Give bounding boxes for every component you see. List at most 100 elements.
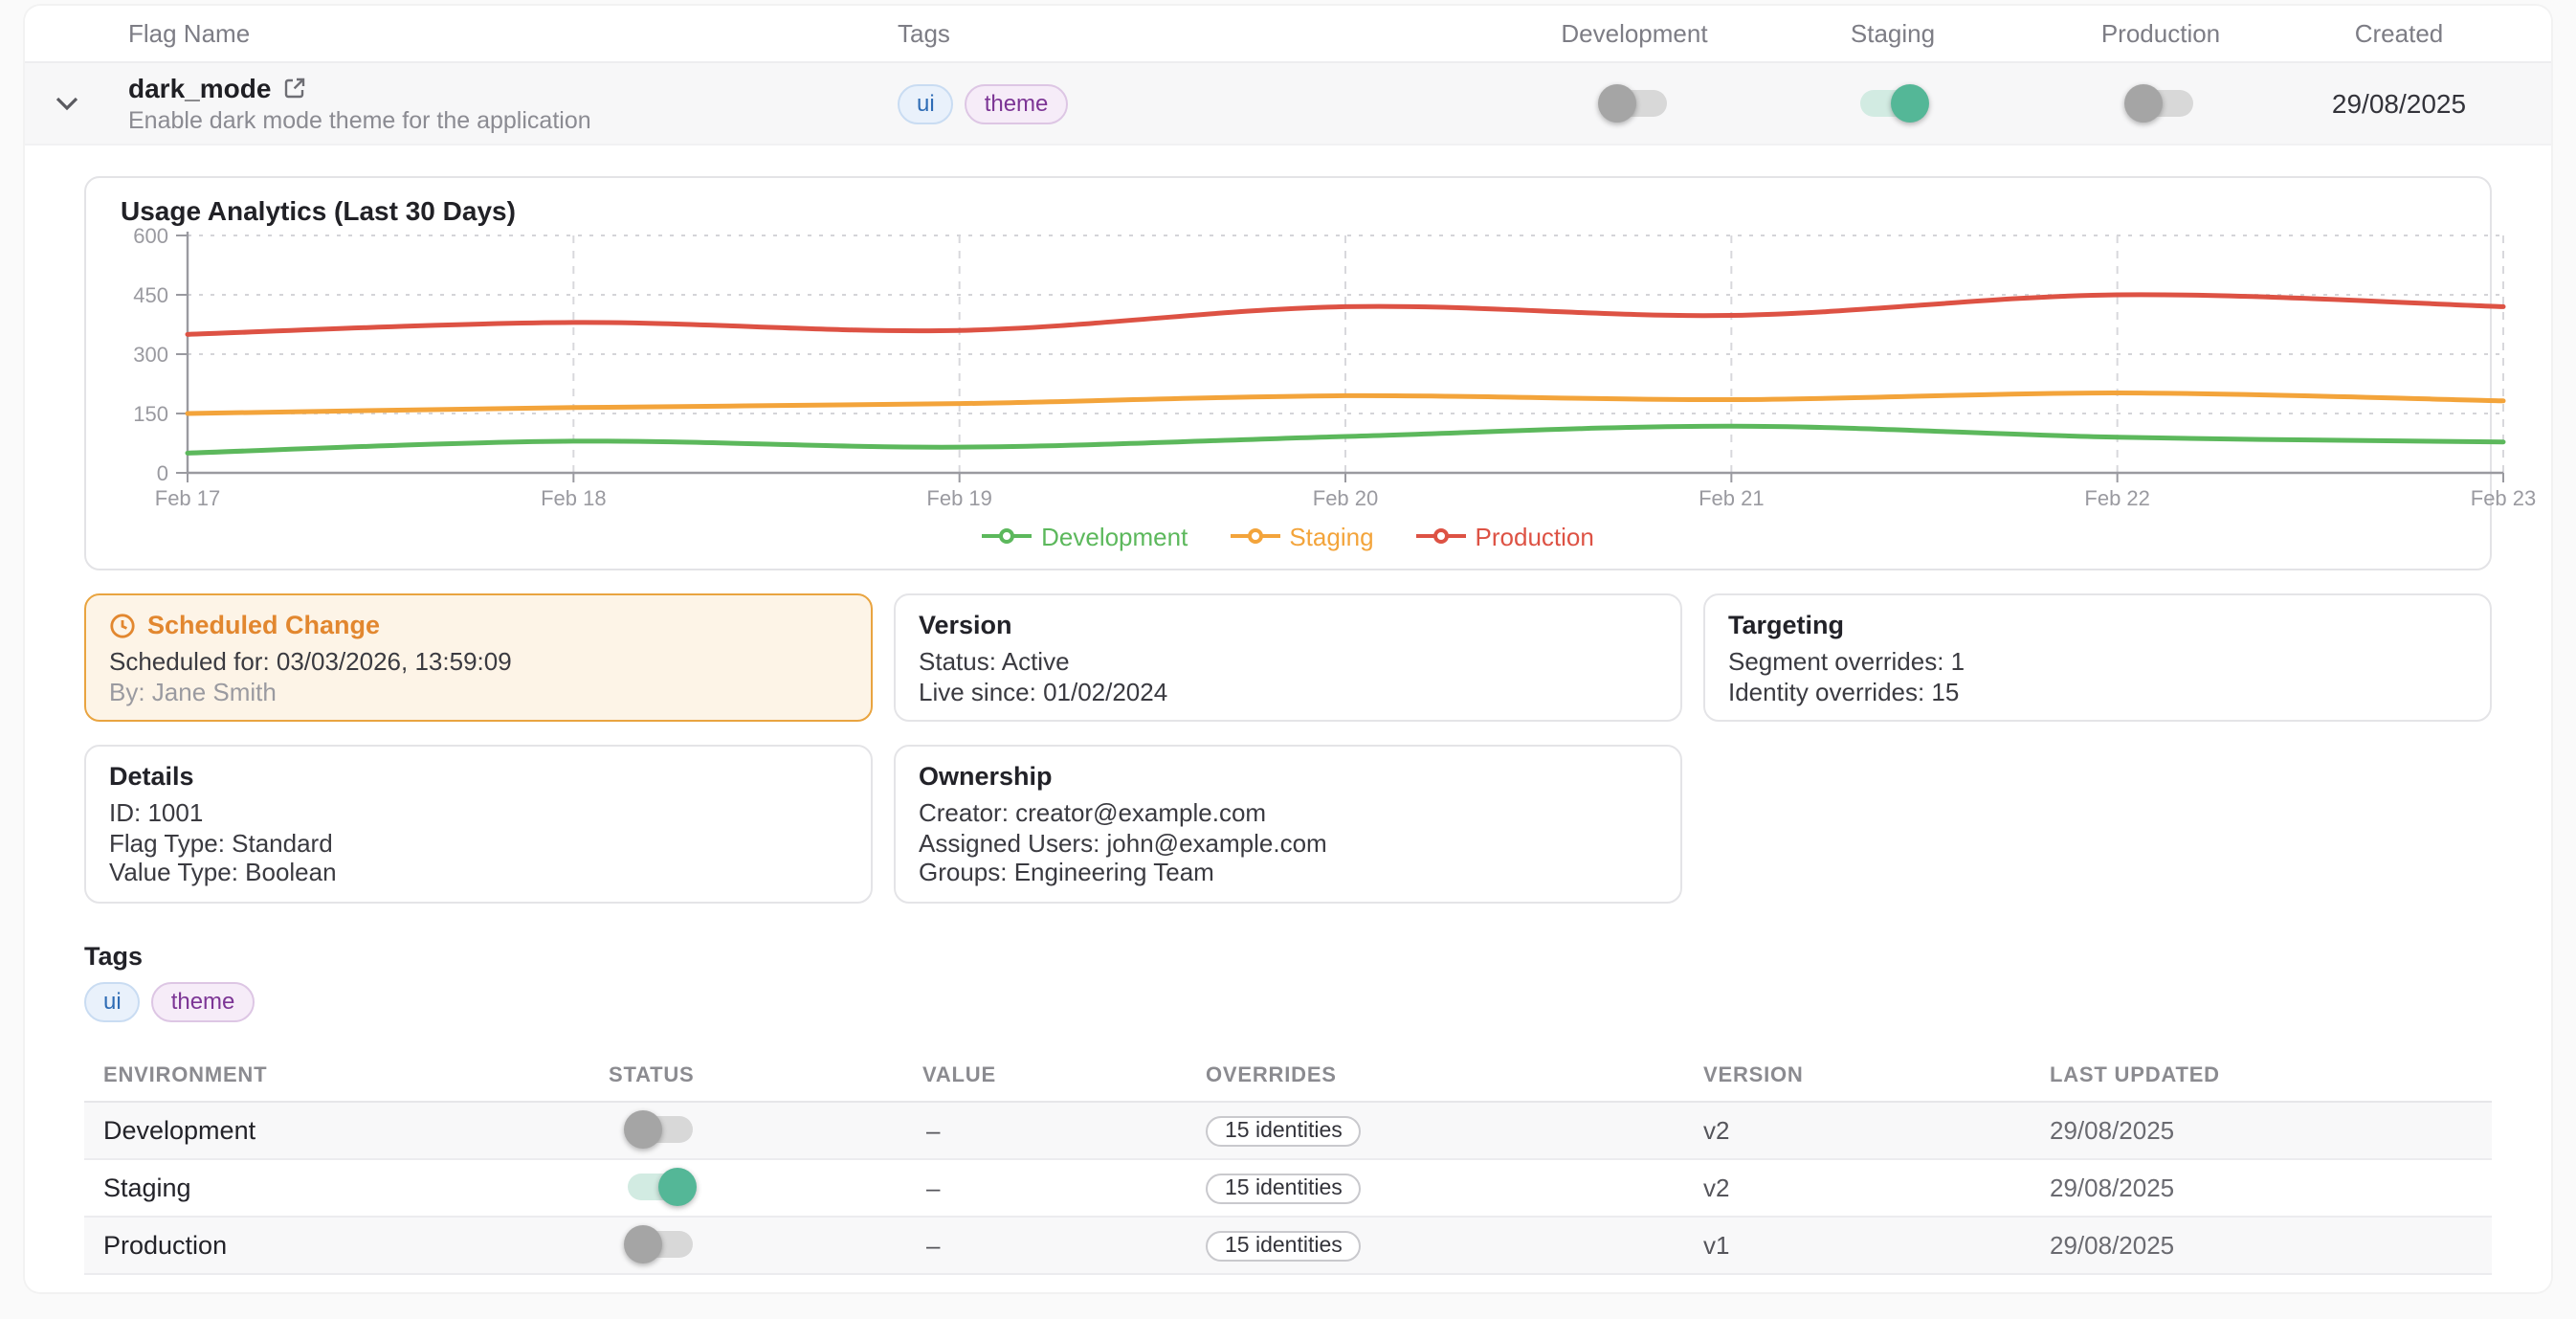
page: Flag Name Tags Development Staging Produ… bbox=[0, 6, 2576, 1319]
legend-marker-icon bbox=[1230, 526, 1279, 546]
usage-analytics-chart: 0150300450600Feb 17Feb 18Feb 19Feb 20Feb… bbox=[86, 228, 2540, 515]
svg-text:Feb 17: Feb 17 bbox=[155, 486, 221, 510]
env-status-cell bbox=[601, 1174, 915, 1200]
tag-theme[interactable]: theme bbox=[152, 981, 255, 1021]
version-card: Version Status: Active Live since: 01/02… bbox=[894, 593, 1682, 722]
scheduled-by: By: Jane Smith bbox=[109, 677, 848, 706]
svg-text:300: 300 bbox=[133, 343, 168, 367]
version-live-since: Live since: 01/02/2024 bbox=[919, 677, 1657, 706]
tag-ui[interactable]: ui bbox=[898, 83, 954, 123]
env-status-cell bbox=[601, 1231, 915, 1258]
legend-label: Staging bbox=[1289, 522, 1373, 550]
env-last-updated: 29/08/2025 bbox=[2042, 1230, 2492, 1259]
env-overrides-cell: 15 identities bbox=[1198, 1228, 1696, 1261]
env-overrides-cell: 15 identities bbox=[1198, 1113, 1696, 1146]
legend-item-development[interactable]: Development bbox=[982, 522, 1188, 550]
env-last-updated: 29/08/2025 bbox=[2042, 1173, 2492, 1201]
env-version: v1 bbox=[1696, 1230, 2042, 1259]
scheduled-change-title: Scheduled Change bbox=[109, 609, 848, 641]
legend-label: Development bbox=[1041, 522, 1188, 550]
development-toggle[interactable] bbox=[1602, 90, 1667, 117]
svg-text:Feb 21: Feb 21 bbox=[1699, 486, 1765, 510]
svg-text:150: 150 bbox=[133, 402, 168, 426]
identities-badge[interactable]: 15 identities bbox=[1206, 1173, 1362, 1203]
production-toggle[interactable] bbox=[2128, 90, 2193, 117]
clock-icon bbox=[109, 612, 136, 638]
detail-value-type: Value Type: Boolean bbox=[109, 858, 848, 887]
legend-item-staging[interactable]: Staging bbox=[1230, 522, 1373, 550]
svg-text:0: 0 bbox=[157, 461, 168, 485]
ownership-creator: Creator: creator@example.com bbox=[919, 798, 1657, 828]
column-flag-name: Flag Name bbox=[109, 19, 898, 48]
toggle-knob bbox=[624, 1225, 662, 1263]
column-staging: Staging bbox=[1759, 19, 2027, 48]
toggle-knob bbox=[1891, 84, 1929, 123]
usage-analytics-card: Usage Analytics (Last 30 Days) 0 150 300 45… bbox=[84, 176, 2492, 570]
ownership-assigned-users: Assigned Users: john@example.com bbox=[919, 828, 1657, 858]
segment-overrides: Segment overrides: 1 bbox=[1728, 647, 2467, 677]
version-card-title: Version bbox=[919, 609, 1657, 641]
flag-created-date: 29/08/2025 bbox=[2295, 88, 2551, 119]
flag-row: dark_mode Enable dark mode theme for the… bbox=[25, 63, 2551, 145]
env-name: Development bbox=[84, 1115, 601, 1144]
scheduled-for: Scheduled for: 03/03/2026, 13:59:09 bbox=[109, 647, 848, 677]
toggle-knob bbox=[1598, 84, 1636, 123]
ownership-card: Ownership Creator: creator@example.com A… bbox=[894, 745, 1682, 903]
tag-ui[interactable]: ui bbox=[84, 981, 141, 1021]
scheduled-change-card: Scheduled Change Scheduled for: 03/03/20… bbox=[84, 593, 873, 722]
flag-row-tags: uitheme bbox=[898, 83, 1510, 123]
env-status-toggle[interactable] bbox=[628, 1116, 693, 1143]
env-name: Production bbox=[84, 1230, 601, 1259]
svg-text:Feb 20: Feb 20 bbox=[1313, 486, 1379, 510]
chart-legend: Development Staging Production bbox=[86, 519, 2490, 553]
ownership-groups: Groups: Engineering Team bbox=[919, 858, 1657, 887]
env-name: Staging bbox=[84, 1173, 601, 1201]
column-production: Production bbox=[2027, 19, 2295, 48]
svg-text:Feb 23: Feb 23 bbox=[2471, 486, 2537, 510]
env-last-updated: 29/08/2025 bbox=[2042, 1115, 2492, 1144]
env-status-toggle[interactable] bbox=[628, 1174, 693, 1200]
identities-badge[interactable]: 15 identities bbox=[1206, 1115, 1362, 1146]
env-version: v2 bbox=[1696, 1115, 2042, 1144]
toggle-knob bbox=[658, 1168, 697, 1206]
env-column-status: STATUS bbox=[601, 1064, 915, 1087]
version-status: Status: Active bbox=[919, 647, 1657, 677]
env-row-staging: Staging–15 identitiesv229/08/2025 bbox=[84, 1159, 2492, 1217]
env-row-development: Development –15 identities v229/08/2025 bbox=[84, 1102, 2492, 1159]
svg-text:Feb 19: Feb 19 bbox=[926, 486, 992, 510]
env-value: – bbox=[915, 1115, 1198, 1144]
env-column-last-updated: LAST UPDATED bbox=[2042, 1064, 2492, 1087]
env-status-toggle[interactable] bbox=[628, 1231, 693, 1258]
env-column-value: VALUE bbox=[915, 1064, 1198, 1087]
legend-marker-icon bbox=[982, 526, 1032, 546]
legend-label: Production bbox=[1476, 522, 1594, 550]
svg-text:600: 600 bbox=[133, 228, 168, 248]
detail-id: ID: 1001 bbox=[109, 798, 848, 828]
env-column-overrides: OVERRIDES bbox=[1198, 1064, 1696, 1087]
svg-text:450: 450 bbox=[133, 283, 168, 307]
external-link-icon[interactable] bbox=[282, 77, 305, 100]
chart-title: Usage Analytics (Last 30 Days) bbox=[86, 193, 2490, 228]
flag-description: Enable dark mode theme for the applicati… bbox=[128, 107, 898, 134]
flag-name: dark_mode bbox=[128, 73, 898, 103]
identities-badge[interactable]: 15 identities bbox=[1206, 1230, 1362, 1261]
env-version: v2 bbox=[1696, 1173, 2042, 1201]
tags-section: Tags uitheme bbox=[84, 941, 2492, 1021]
collapse-chevron-icon[interactable] bbox=[25, 96, 109, 111]
identity-overrides: Identity overrides: 15 bbox=[1728, 677, 2467, 706]
scheduled-change-title-text: Scheduled Change bbox=[147, 609, 380, 641]
targeting-card-title: Targeting bbox=[1728, 609, 2467, 641]
toggle-knob bbox=[624, 1110, 662, 1149]
svg-text:Feb 22: Feb 22 bbox=[2084, 486, 2150, 510]
legend-item-production[interactable]: Production bbox=[1416, 522, 1594, 550]
staging-toggle[interactable] bbox=[1860, 90, 1925, 117]
targeting-card: Targeting Segment overrides: 1 Identity … bbox=[1703, 593, 2492, 722]
tag-theme[interactable]: theme bbox=[966, 83, 1068, 123]
ownership-card-title: Ownership bbox=[919, 760, 1657, 793]
env-status-cell bbox=[601, 1116, 915, 1143]
flag-table-header: Flag Name Tags Development Staging Produ… bbox=[25, 6, 2551, 63]
toggle-knob bbox=[2124, 84, 2163, 123]
details-card: Details ID: 1001 Flag Type: Standard Val… bbox=[84, 745, 873, 903]
legend-marker-icon bbox=[1416, 526, 1466, 546]
column-tags: Tags bbox=[898, 19, 1510, 48]
